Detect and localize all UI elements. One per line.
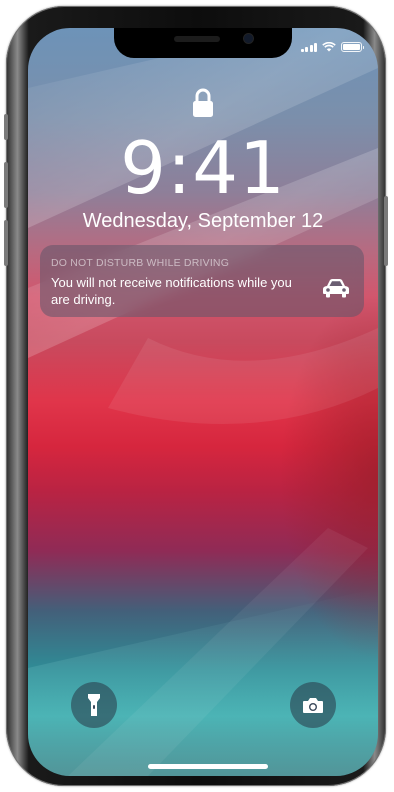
lock-screen-date: Wednesday, September 12: [82, 210, 324, 232]
mute-switch: [4, 114, 8, 140]
notch: [114, 28, 292, 58]
volume-up-button: [4, 162, 8, 208]
flashlight-button[interactable]: [71, 682, 117, 728]
home-indicator[interactable]: [148, 764, 268, 769]
camera-icon: [303, 697, 323, 713]
notification-card[interactable]: DO NOT DISTURB WHILE DRIVING You will no…: [40, 245, 364, 317]
car-icon: [323, 279, 349, 298]
status-bar: [300, 42, 364, 52]
earpiece-speaker: [174, 36, 220, 42]
camera-button[interactable]: [290, 682, 336, 728]
volume-down-button: [4, 220, 8, 266]
front-camera: [244, 34, 253, 43]
flashlight-icon: [88, 694, 100, 716]
notification-body: You will not receive notifications while…: [51, 275, 292, 307]
lock-screen-time: 9:41: [120, 126, 286, 210]
notification-title: DO NOT DISTURB WHILE DRIVING: [51, 257, 230, 269]
wifi-icon: [322, 42, 336, 52]
lock-screen: 9:41 Wednesday, September 12 DO NOT DIST…: [28, 28, 378, 776]
cellular-signal-icon: [300, 42, 317, 52]
iphone-frame: 9:41 Wednesday, September 12 DO NOT DIST…: [4, 6, 388, 786]
battery-icon: [341, 42, 364, 52]
lock-icon: [193, 88, 213, 117]
power-button: [384, 196, 388, 266]
